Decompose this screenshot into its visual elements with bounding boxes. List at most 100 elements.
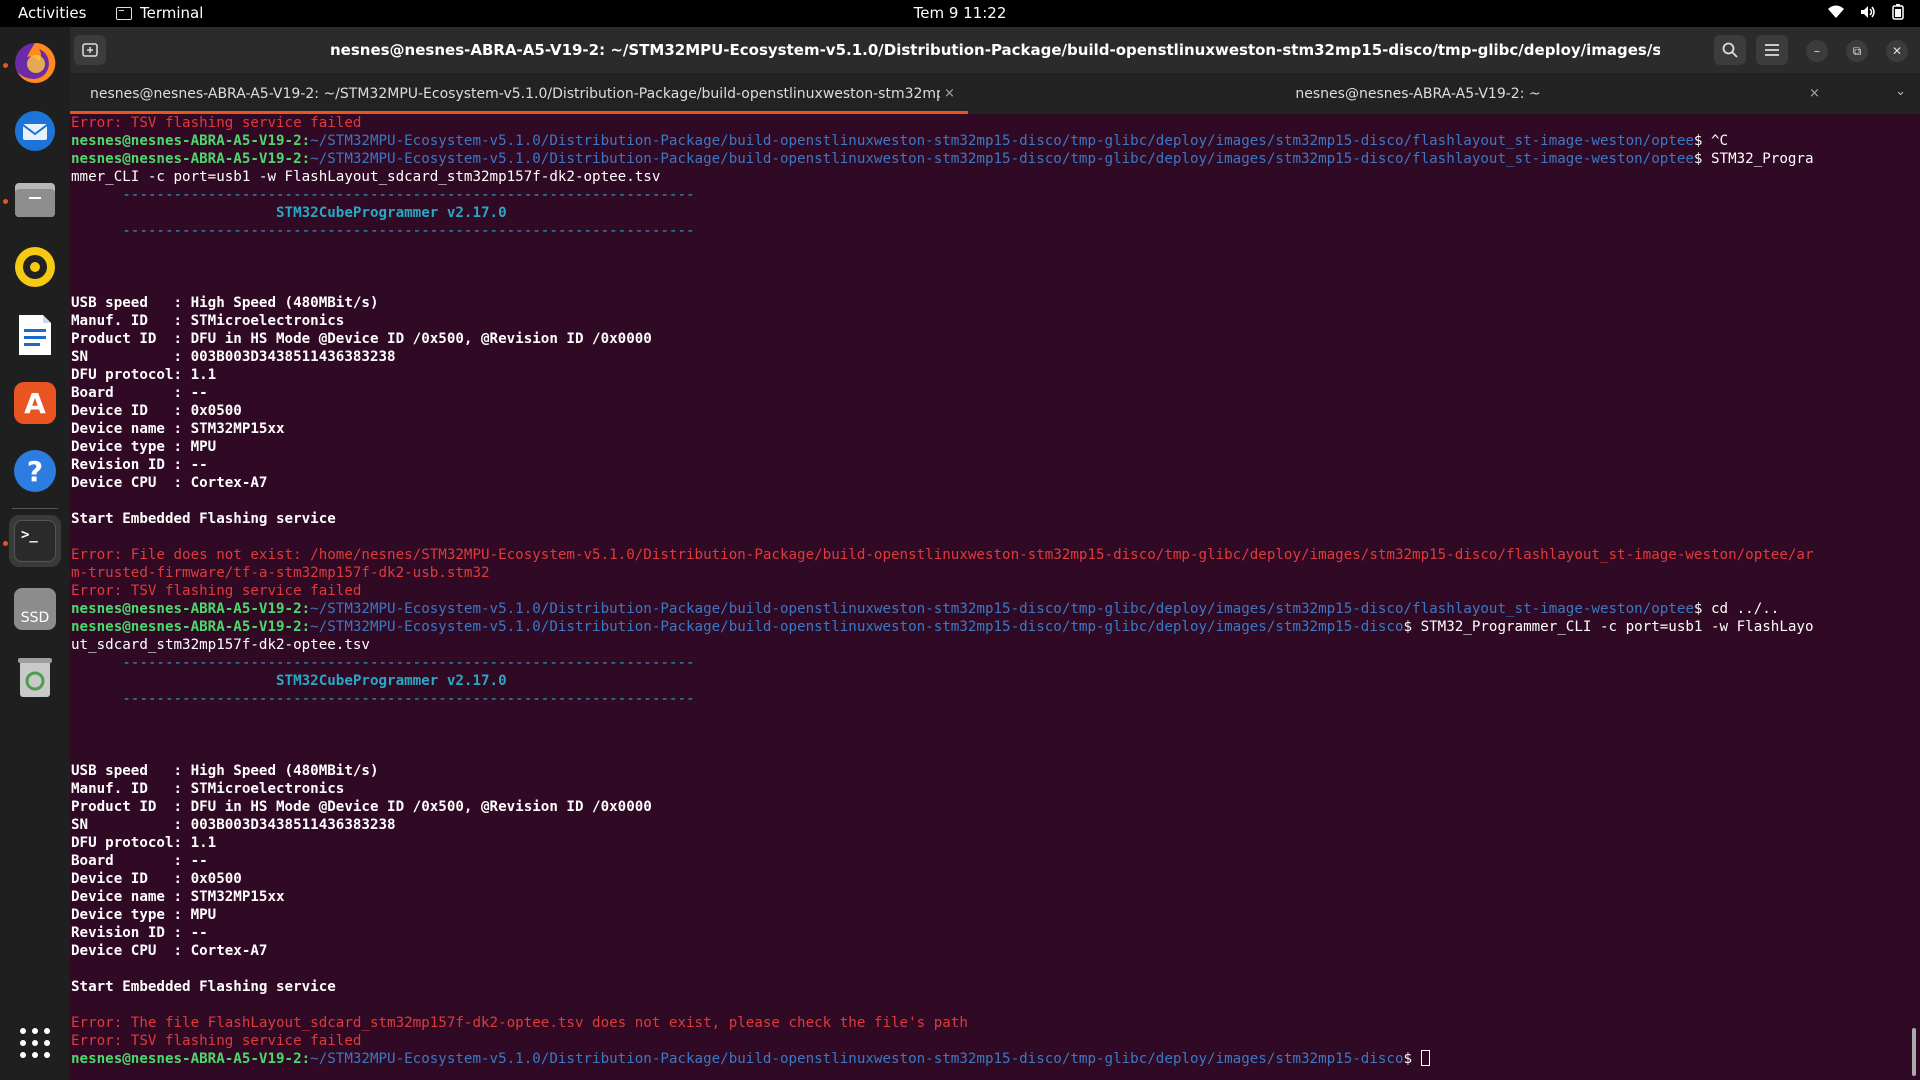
activities-button[interactable]: Activities	[18, 4, 86, 22]
dock-item-ssd-drive[interactable]: SSD	[9, 583, 61, 635]
thunderbird-icon	[15, 111, 55, 151]
dock-item-help[interactable]: ?	[9, 445, 61, 497]
terminal-line: Start Embedded Flashing service	[71, 978, 1920, 996]
app-center-icon: A	[14, 382, 56, 424]
header-bar: nesnes@nesnes-ABRA-A5-V19-2: ~/STM32MPU-…	[70, 27, 1920, 73]
terminal-line: Error: TSV flashing service failed	[71, 582, 1920, 600]
terminal-line-text: ----------------------------------------…	[71, 655, 695, 671]
terminal-line-text: m-trusted-firmware/tf-a-stm32mp157f-dk2-…	[71, 565, 490, 581]
clock[interactable]: Tem 9 11:22	[914, 4, 1007, 22]
restore-button[interactable]: ⧉	[1846, 40, 1868, 62]
files-running-indicator	[3, 199, 8, 204]
terminal-output[interactable]: Error: TSV flashing service failed nesnes…	[70, 114, 1920, 1080]
minimize-button[interactable]: –	[1806, 40, 1828, 62]
terminal-line: Revision ID : --	[71, 924, 1920, 942]
tab-list-chevron-down-icon[interactable]: ⌄	[1895, 84, 1906, 99]
terminal-line-text: STM32CubeProgrammer v2.17.0	[71, 205, 507, 221]
terminal-line-text: Error: File does not exist: /home/nesnes…	[71, 547, 1814, 563]
tab-2[interactable]: nesnes@nesnes-ABRA-A5-V19-2: ~ ×	[968, 73, 1868, 114]
dock-item-rhythmbox[interactable]	[9, 241, 61, 293]
terminal-line-text: DFU protocol: 1.1	[71, 367, 217, 383]
terminal-line-text: Board : --	[71, 853, 208, 869]
terminal-line-text: Device CPU : Cortex-A7	[71, 943, 268, 959]
terminal-line: Error: TSV flashing service failed	[71, 1032, 1920, 1050]
terminal-line: Device CPU : Cortex-A7	[71, 474, 1920, 492]
new-tab-icon	[82, 43, 98, 57]
terminal-line-text: Device name : STM32MP15xx	[71, 889, 285, 905]
terminal-line-text: Device name : STM32MP15xx	[71, 421, 285, 437]
terminal-scrollbar[interactable]	[1912, 1028, 1916, 1076]
search-icon	[1722, 42, 1738, 58]
terminal-line-text: Device ID : 0x0500	[71, 871, 242, 887]
terminal-line: nesnes@nesnes-ABRA-A5-V19-2:~/STM32MPU-E…	[71, 618, 1920, 636]
terminal-app-icon	[116, 6, 132, 20]
dock-item-terminal[interactable]: >_	[9, 515, 61, 567]
search-button[interactable]	[1714, 35, 1746, 65]
window-title: nesnes@nesnes-ABRA-A5-V19-2: ~/STM32MPU-…	[330, 41, 1660, 59]
terminal-line-text: Error: TSV flashing service failed	[71, 1033, 362, 1049]
terminal-line: ----------------------------------------…	[71, 654, 1920, 672]
app-menu[interactable]: Terminal	[116, 4, 203, 22]
menu-button[interactable]	[1756, 35, 1788, 65]
prompt-command: $ cd ../..	[1693, 601, 1780, 617]
system-tray[interactable]	[1828, 4, 1904, 20]
terminal-line: Error: TSV flashing service failed	[71, 114, 1920, 132]
prompt-command: $ STM32_Progra	[1693, 151, 1814, 167]
dock-item-trash[interactable]	[9, 651, 61, 703]
show-apps-button[interactable]	[9, 1017, 61, 1069]
terminal-line-text: DFU protocol: 1.1	[71, 835, 217, 851]
dock-item-thunderbird[interactable]	[9, 105, 61, 157]
dock-item-writer[interactable]	[9, 309, 61, 361]
dock-separator	[12, 508, 58, 509]
terminal-line: Error: The file FlashLayout_sdcard_stm32…	[71, 1014, 1920, 1032]
prompt-user-host: nesnes@nesnes-ABRA-A5-V19-2:	[71, 1051, 311, 1067]
terminal-line-text: ----------------------------------------…	[71, 187, 695, 203]
terminal-line: nesnes@nesnes-ABRA-A5-V19-2:~/STM32MPU-E…	[71, 1050, 1920, 1068]
terminal-line: Revision ID : --	[71, 456, 1920, 474]
terminal-line: Device ID : 0x0500	[71, 870, 1920, 888]
terminal-line-text: Start Embedded Flashing service	[71, 511, 336, 527]
terminal-line: nesnes@nesnes-ABRA-A5-V19-2:~/STM32MPU-E…	[71, 150, 1920, 168]
dock-item-firefox[interactable]	[9, 37, 61, 89]
help-icon: ?	[14, 450, 56, 492]
terminal-line: Product ID : DFU in HS Mode @Device ID /…	[71, 330, 1920, 348]
terminal-line-text: Board : --	[71, 385, 208, 401]
terminal-line: nesnes@nesnes-ABRA-A5-V19-2:~/STM32MPU-E…	[71, 132, 1920, 150]
terminal-line-text: Error: TSV flashing service failed	[71, 115, 362, 131]
terminal-line-text: mmer_CLI -c port=usb1 -w FlashLayout_sdc…	[71, 169, 661, 185]
prompt-user-host: nesnes@nesnes-ABRA-A5-V19-2:	[71, 601, 311, 617]
tab-1-close-icon[interactable]: ×	[944, 86, 955, 101]
dock-item-app-center[interactable]: A	[9, 377, 61, 429]
terminal-line: STM32CubeProgrammer v2.17.0	[71, 672, 1920, 690]
terminal-line-text: Error: The file FlashLayout_sdcard_stm32…	[71, 1015, 968, 1031]
dock-item-files[interactable]	[9, 173, 61, 225]
new-tab-button[interactable]	[74, 35, 106, 65]
firefox-icon	[15, 42, 56, 83]
terminal-line: STM32CubeProgrammer v2.17.0	[71, 204, 1920, 222]
terminal-line: Manuf. ID : STMicroelectronics	[71, 312, 1920, 330]
terminal-line: ----------------------------------------…	[71, 186, 1920, 204]
tab-bar: nesnes@nesnes-ABRA-A5-V19-2: ~/STM32MPU-…	[70, 73, 1920, 114]
battery-icon	[1892, 4, 1904, 20]
terminal-line-text: Start Embedded Flashing service	[71, 979, 336, 995]
prompt-path: ~/STM32MPU-Ecosystem-v5.1.0/Distribution…	[310, 619, 1404, 635]
tab-2-close-icon[interactable]: ×	[1809, 86, 1820, 101]
terminal-line-text: SN : 003B003D3438511436383238	[71, 349, 396, 365]
tab-2-label: nesnes@nesnes-ABRA-A5-V19-2: ~	[1295, 85, 1541, 102]
terminal-line: m-trusted-firmware/tf-a-stm32mp157f-dk2-…	[71, 564, 1920, 582]
close-window-button[interactable]: ✕	[1886, 40, 1908, 62]
volume-icon	[1861, 6, 1875, 18]
files-folder-icon	[15, 183, 55, 217]
terminal-line: nesnes@nesnes-ABRA-A5-V19-2:~/STM32MPU-E…	[71, 600, 1920, 618]
terminal-line-text: Revision ID : --	[71, 457, 208, 473]
terminal-line: Product ID : DFU in HS Mode @Device ID /…	[71, 798, 1920, 816]
terminal-line-text: STM32CubeProgrammer v2.17.0	[71, 673, 507, 689]
tab-1[interactable]: nesnes@nesnes-ABRA-A5-V19-2: ~/STM32MPU-…	[70, 73, 968, 114]
prompt-command: $ STM32_Programmer_CLI -c port=usb1 -w F…	[1403, 619, 1814, 635]
